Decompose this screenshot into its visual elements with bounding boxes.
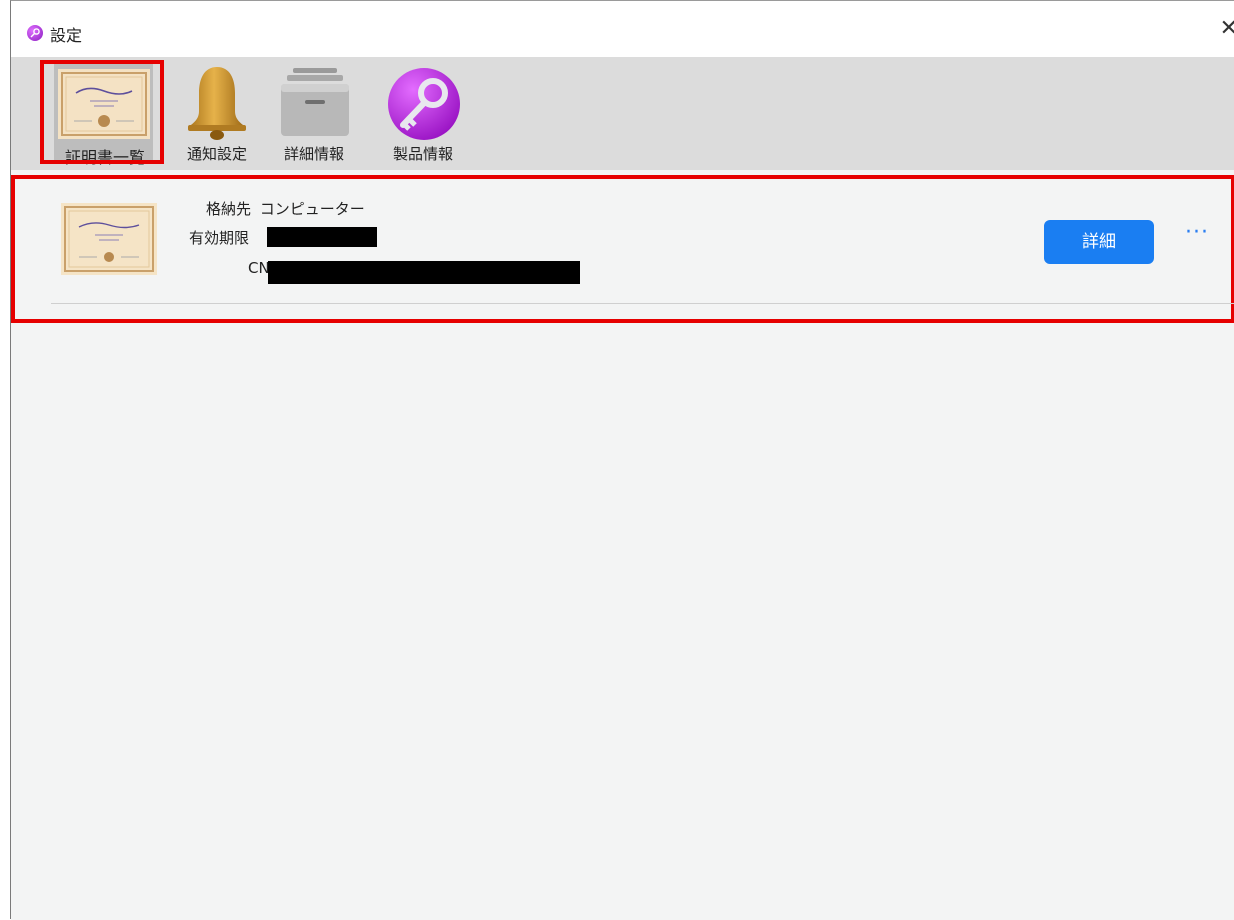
settings-window: 設定 ✕ 証明書一覧 通知設定 詳細情報 製品情報 格納先 コンピューター 有効…: [10, 0, 1234, 920]
window-title: 設定: [50, 26, 83, 45]
app-key-icon: [27, 25, 43, 41]
title-bar: 設定 ✕: [11, 1, 1234, 57]
selection-highlight: [40, 60, 164, 164]
tab-certificate-list[interactable]: 証明書一覧: [40, 57, 170, 170]
toolbar: 証明書一覧 通知設定 詳細情報 製品情報: [11, 57, 1234, 170]
tab-product-info[interactable]: 製品情報: [380, 57, 466, 170]
tab-label-detail-info: 詳細情報: [283, 145, 344, 163]
key-icon: [387, 67, 461, 145]
cn-field: CN: [248, 259, 270, 277]
certificate-list-panel: 格納先 コンピューター 有効期限 CN 詳細 ···: [11, 170, 1234, 920]
tab-label-notification-settings: 通知設定: [186, 145, 247, 163]
certificate-thumbnail-icon: [61, 203, 157, 275]
tab-label-product-info: 製品情報: [392, 145, 453, 163]
tab-notification-settings[interactable]: 通知設定: [177, 57, 257, 170]
row-divider: [51, 303, 1234, 304]
store-label: 格納先: [206, 200, 252, 218]
expiry-value-redacted: [267, 227, 377, 247]
store-value: コンピューター: [259, 200, 365, 218]
close-icon[interactable]: ✕: [1220, 18, 1234, 40]
file-cabinet-icon: [279, 66, 351, 142]
expiry-field: 有効期限: [189, 227, 249, 248]
bell-icon: [184, 65, 250, 145]
cn-value-redacted: [268, 261, 580, 284]
tab-detail-info[interactable]: 詳細情報: [273, 57, 355, 170]
more-options-icon[interactable]: ···: [1185, 222, 1221, 250]
expiry-label: 有効期限: [189, 229, 250, 247]
store-field: 格納先 コンピューター: [206, 198, 365, 219]
detail-button[interactable]: 詳細: [1044, 220, 1154, 264]
cn-label: CN: [248, 259, 270, 277]
